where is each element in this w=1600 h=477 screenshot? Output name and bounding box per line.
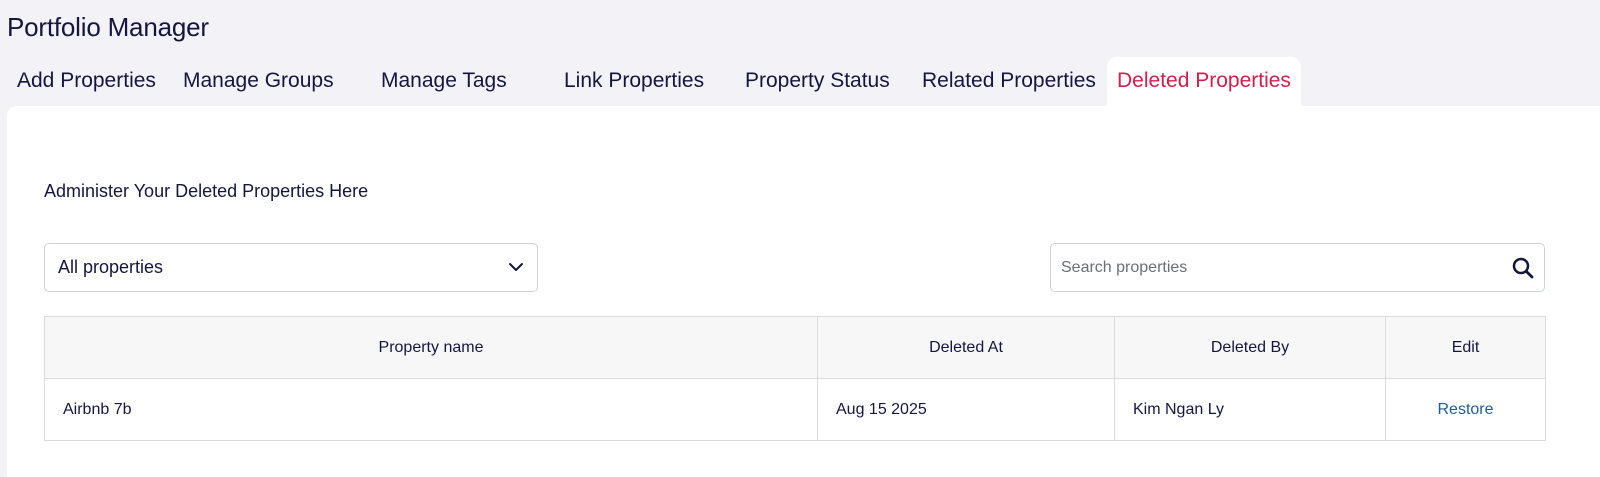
tab-link-properties[interactable]: Link Properties — [564, 57, 704, 107]
app-title: Portfolio Manager — [7, 12, 209, 42]
search-icon[interactable] — [1511, 256, 1535, 280]
property-filter-select[interactable]: All properties — [44, 243, 538, 292]
cell-deleted-by: Kim Ngan Ly — [1114, 378, 1386, 441]
tab-manage-tags[interactable]: Manage Tags — [381, 57, 507, 107]
search-box — [1050, 243, 1545, 292]
tab-related-properties[interactable]: Related Properties — [922, 57, 1096, 107]
column-header-deleted-at: Deleted At — [817, 316, 1115, 379]
property-filter-value: All properties — [58, 257, 164, 277]
tab-deleted-properties[interactable]: Deleted Properties — [1107, 57, 1301, 107]
cell-edit: Restore — [1385, 378, 1546, 441]
restore-link[interactable]: Restore — [1437, 401, 1493, 418]
search-input[interactable] — [1061, 252, 1501, 284]
table-row: Airbnb 7b Aug 15 2025 Kim Ngan Ly Restor… — [44, 378, 1546, 441]
tab-manage-groups[interactable]: Manage Groups — [183, 57, 334, 107]
deleted-properties-table: Property name Deleted At Deleted By Edit… — [44, 316, 1546, 441]
chevron-down-icon — [509, 263, 523, 271]
column-header-deleted-by: Deleted By — [1114, 316, 1386, 379]
section-heading: Administer Your Deleted Properties Here — [44, 181, 369, 201]
column-header-property-name: Property name — [44, 316, 818, 379]
tab-add-properties[interactable]: Add Properties — [17, 57, 156, 107]
tab-bar: Add Properties Manage Groups Manage Tags… — [0, 57, 1600, 107]
tab-property-status[interactable]: Property Status — [745, 57, 890, 107]
content-panel: Administer Your Deleted Properties Here … — [7, 106, 1600, 477]
table-header-row: Property name Deleted At Deleted By Edit — [44, 316, 1546, 379]
column-header-edit: Edit — [1385, 316, 1546, 379]
cell-property-name: Airbnb 7b — [44, 378, 818, 441]
cell-deleted-at: Aug 15 2025 — [817, 378, 1115, 441]
